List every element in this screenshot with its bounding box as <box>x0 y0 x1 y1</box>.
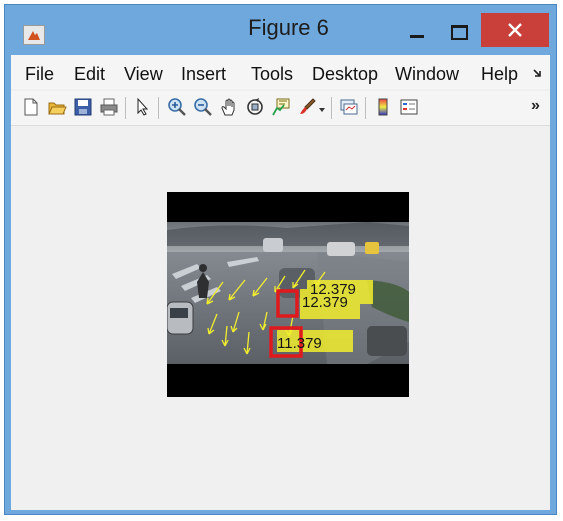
data-cursor-icon[interactable] <box>271 97 291 117</box>
rotate-3d-icon[interactable] <box>245 97 265 117</box>
brush-dropdown-icon[interactable] <box>319 107 325 113</box>
new-figure-icon[interactable] <box>21 97 41 117</box>
image-axes[interactable]: 12.379 12.379 11.379 <box>167 192 409 397</box>
title-bar[interactable]: Figure 6 <box>5 5 556 55</box>
open-file-icon[interactable] <box>47 97 67 117</box>
pan-icon[interactable] <box>219 97 239 117</box>
zoom-out-icon[interactable] <box>193 97 213 117</box>
minimize-button[interactable] <box>399 19 435 47</box>
print-icon[interactable] <box>99 97 119 117</box>
menu-help[interactable]: Help <box>481 64 518 85</box>
menu-tools[interactable]: Tools <box>251 64 293 85</box>
toolbar-separator <box>331 97 332 119</box>
colorbar-icon[interactable] <box>373 97 393 117</box>
close-icon <box>508 23 522 37</box>
toolbar-overflow-button[interactable]: » <box>531 97 540 115</box>
figure-client-area: File Edit View Insert Tools Desktop Wind… <box>11 55 550 510</box>
optical-flow-frame: 12.379 12.379 11.379 <box>167 222 409 364</box>
close-button[interactable] <box>481 13 549 47</box>
menu-desktop[interactable]: Desktop <box>312 64 378 85</box>
maximize-button[interactable] <box>441 19 477 47</box>
pointer-icon[interactable] <box>133 97 153 117</box>
brush-icon[interactable] <box>297 97 317 117</box>
menu-insert[interactable]: Insert <box>181 64 226 85</box>
figure-toolbar: » <box>11 91 550 126</box>
menu-window[interactable]: Window <box>395 64 459 85</box>
menu-edit[interactable]: Edit <box>74 64 105 85</box>
speed-label-3: 11.379 <box>277 335 322 352</box>
figure-window: Figure 6 File Edit View Insert Tools Des… <box>4 4 557 515</box>
video-frame-image: 12.379 12.379 11.379 <box>167 222 409 364</box>
toolbar-separator <box>158 97 159 119</box>
link-plot-icon[interactable] <box>339 97 359 117</box>
zoom-in-icon[interactable] <box>167 97 187 117</box>
legend-icon[interactable] <box>399 97 419 117</box>
save-icon[interactable] <box>73 97 93 117</box>
menu-bar: File Edit View Insert Tools Desktop Wind… <box>11 55 550 89</box>
menu-overflow-icon[interactable] <box>533 69 543 79</box>
menu-view[interactable]: View <box>124 64 163 85</box>
toolbar-separator <box>125 97 126 119</box>
menu-file[interactable]: File <box>25 64 54 85</box>
speed-label-2: 12.379 <box>302 294 348 311</box>
toolbar-separator <box>365 97 366 119</box>
